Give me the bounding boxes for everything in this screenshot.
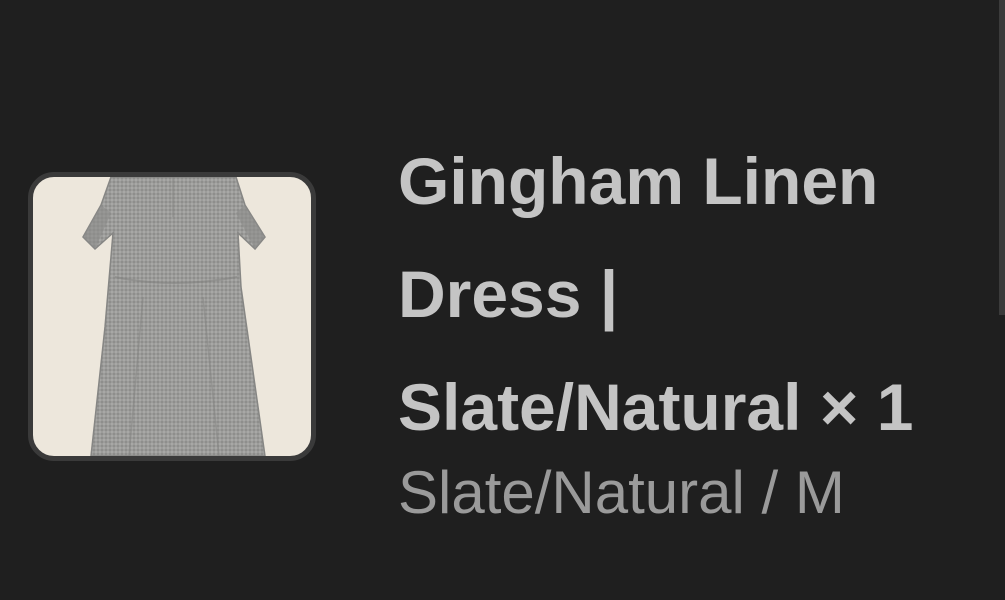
product-thumbnail[interactable] bbox=[28, 172, 316, 461]
dress-image bbox=[82, 177, 266, 456]
scrollbar[interactable] bbox=[999, 0, 1005, 315]
cart-line-item[interactable]: Gingham Linen Dress | Slate/Natural × 1 … bbox=[0, 0, 1005, 600]
item-info: Gingham Linen Dress | Slate/Natural × 1 … bbox=[398, 125, 1005, 533]
dress-shape bbox=[82, 177, 266, 456]
title-line-1: Gingham Linen bbox=[398, 144, 879, 218]
variant-label: Slate/Natural / M bbox=[398, 459, 845, 526]
title-line-3: Slate/Natural × 1 bbox=[398, 370, 914, 444]
title-line-2: Dress | bbox=[398, 257, 619, 331]
product-title[interactable]: Gingham Linen Dress | Slate/Natural × 1 bbox=[398, 125, 1005, 464]
